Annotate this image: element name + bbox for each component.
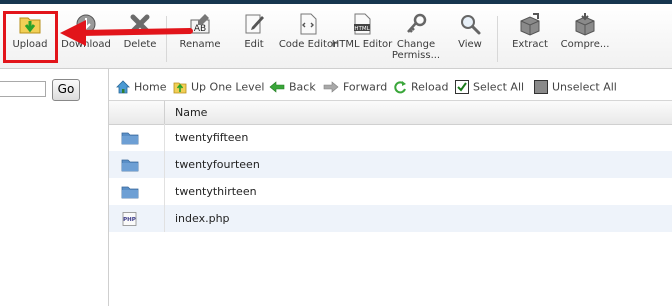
- directory-path-input[interactable]: [0, 81, 46, 97]
- directory-tree-pane: Go: [0, 69, 109, 306]
- download-icon: [76, 14, 96, 34]
- edit-icon: [245, 14, 264, 34]
- php-file-icon: PHP: [122, 212, 137, 226]
- home-icon: [116, 80, 130, 94]
- folder-icon: [121, 186, 139, 199]
- table-row[interactable]: twentythirteen: [109, 178, 672, 205]
- delete-label: Delete: [123, 39, 157, 50]
- extract-icon: [520, 13, 540, 36]
- view-icon: [461, 15, 481, 35]
- view-button[interactable]: View: [440, 12, 500, 64]
- column-divider: [164, 178, 165, 205]
- table-row[interactable]: twentyfourteen: [109, 151, 672, 178]
- navigation-bar: Home Up One Level Back Forward Reload Se…: [109, 76, 672, 100]
- extract-button[interactable]: Extract: [500, 12, 560, 64]
- up-one-level-link[interactable]: Up One Level: [173, 80, 264, 94]
- edit-button[interactable]: Edit: [224, 12, 284, 64]
- svg-text:AB: AB: [194, 24, 206, 34]
- delete-icon: [130, 14, 150, 34]
- compress-label: Compre...: [560, 39, 610, 50]
- go-button[interactable]: Go: [52, 79, 80, 101]
- file-name[interactable]: twentyfourteen: [175, 158, 260, 171]
- table-row[interactable]: twentyfifteen: [109, 124, 672, 151]
- folder-icon: [121, 159, 139, 172]
- file-list-table: Name twentyfifteen twentyfourteen twenty…: [109, 100, 672, 306]
- delete-button[interactable]: Delete: [110, 12, 170, 64]
- compress-icon: [575, 13, 595, 36]
- forward-arrow-icon: [323, 81, 339, 93]
- select-all-link[interactable]: Select All: [455, 80, 524, 94]
- forward-link[interactable]: Forward: [323, 80, 387, 94]
- folder-up-icon: [173, 82, 187, 94]
- file-name[interactable]: twentyfifteen: [175, 131, 248, 144]
- table-row[interactable]: PHP index.php: [109, 205, 672, 232]
- back-link[interactable]: Back: [269, 80, 316, 94]
- home-link[interactable]: Home: [116, 80, 166, 94]
- svg-text:HTML: HTML: [354, 26, 370, 32]
- table-header: Name: [109, 100, 672, 125]
- column-divider: [164, 124, 165, 151]
- unselect-all-link[interactable]: Unselect All: [534, 80, 617, 94]
- reload-icon: [394, 81, 406, 94]
- name-column-header[interactable]: Name: [175, 106, 207, 119]
- compress-button[interactable]: Compre...: [555, 12, 615, 64]
- change-permissions-button[interactable]: Change Permiss...: [386, 12, 446, 64]
- column-divider: [164, 151, 165, 178]
- folder-icon: [121, 132, 139, 145]
- code-editor-button[interactable]: Code Editor: [278, 12, 338, 64]
- reload-link[interactable]: Reload: [393, 80, 448, 94]
- checkbox-unchecked-icon: [534, 80, 548, 94]
- download-button[interactable]: Download: [56, 12, 116, 64]
- rename-button[interactable]: AB Rename: [170, 12, 230, 64]
- upload-highlight-box: [3, 11, 58, 63]
- file-manager-toolbar: Upload Download Delete AB Rename Edit Co…: [0, 4, 672, 69]
- column-divider: [164, 205, 165, 232]
- svg-text:PHP: PHP: [123, 217, 136, 223]
- code-editor-icon: [300, 13, 317, 35]
- checkbox-checked-icon: [455, 80, 469, 94]
- file-name[interactable]: twentythirteen: [175, 185, 257, 198]
- file-name[interactable]: index.php: [175, 212, 230, 225]
- back-arrow-icon: [269, 81, 285, 93]
- column-divider: [164, 101, 165, 124]
- view-label: View: [458, 39, 482, 50]
- html-editor-icon: HTML: [354, 13, 371, 35]
- rename-icon: AB: [190, 14, 210, 34]
- permissions-icon: [407, 13, 427, 33]
